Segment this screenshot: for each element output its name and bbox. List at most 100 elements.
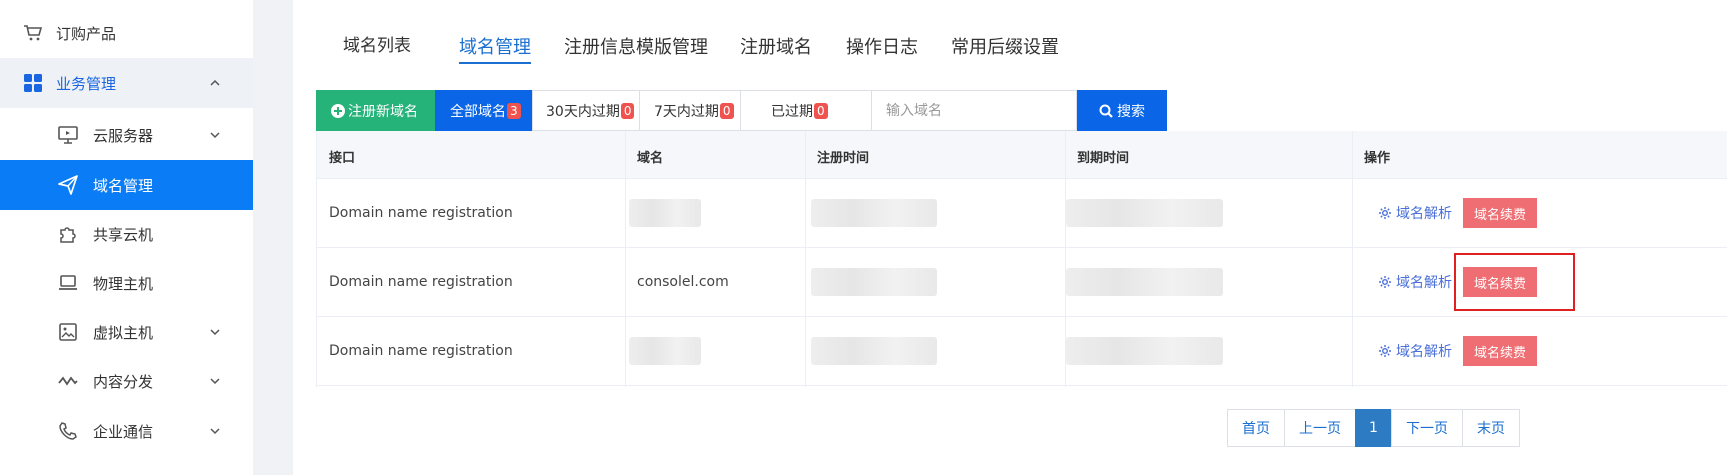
- pagination: 首页 上一页 1 下一页 末页: [1227, 409, 1520, 447]
- column-divider: [805, 131, 806, 387]
- paper-plane-icon: [57, 174, 79, 196]
- domain-search-input[interactable]: [871, 90, 1077, 131]
- register-new-domain-label: 注册新域名: [348, 103, 418, 120]
- count-badge: 0: [620, 102, 635, 119]
- sidebar-item-virtual-host[interactable]: 虚拟主机: [0, 307, 253, 357]
- sidebar-item-label: 业务管理: [56, 74, 117, 93]
- renew-domain-button[interactable]: 域名续费: [1463, 198, 1537, 228]
- sidebar-item-domain-management[interactable]: 域名管理: [0, 160, 253, 210]
- sidebar-item-enterprise-comm[interactable]: 企业通信: [0, 406, 253, 456]
- filter-expire-7-days[interactable]: 7天内过期 0: [639, 90, 741, 131]
- interface-cell: Domain name registration: [329, 343, 513, 359]
- redacted-domain: [629, 337, 701, 365]
- redacted-registered-at: [811, 268, 937, 296]
- column-divider: [1065, 131, 1066, 387]
- grid-icon: [22, 72, 44, 94]
- page-prev-button[interactable]: 上一页: [1284, 409, 1356, 447]
- table-row: Domain name registration 域名解析 域名续费: [316, 317, 1727, 386]
- tab-registrant-templates[interactable]: 注册信息模版管理: [564, 33, 708, 59]
- filter-all-domains[interactable]: 全部域名 3: [435, 90, 532, 131]
- redacted-registered-at: [811, 199, 937, 227]
- sidebar-item-cloud-server[interactable]: 云服务器: [0, 110, 253, 160]
- wave-icon: [57, 370, 79, 392]
- column-header-actions: 操作: [1364, 151, 1391, 166]
- redacted-expires-at: [1066, 199, 1223, 227]
- sidebar-item-label: 物理主机: [93, 274, 154, 293]
- filter-expired[interactable]: 已过期 0: [740, 90, 872, 131]
- dns-resolve-link[interactable]: 域名解析: [1378, 272, 1452, 292]
- chevron-up-icon: [206, 74, 224, 92]
- tab-operation-log[interactable]: 操作日志: [846, 33, 918, 59]
- sidebar-item-order-products[interactable]: 订购产品: [0, 8, 253, 58]
- interface-cell: Domain name registration: [329, 205, 513, 221]
- sidebar-item-label: 云服务器: [93, 126, 154, 145]
- table-header: 接口 域名 注册时间 到期时间 操作: [316, 131, 1727, 179]
- chevron-down-icon: [206, 126, 224, 144]
- redacted-registered-at: [811, 337, 937, 365]
- tab-register-domain[interactable]: 注册域名: [740, 33, 812, 59]
- laptop-icon: [57, 272, 79, 294]
- main-panel: 域名列表 域名管理 注册信息模版管理 注册域名 操作日志 常用后缀设置 注册新域…: [293, 0, 1727, 475]
- gear-icon: [1378, 344, 1392, 358]
- page-first-button[interactable]: 首页: [1227, 409, 1285, 447]
- sidebar-item-business[interactable]: 业务管理: [0, 58, 253, 108]
- domain-cell: consolel.com: [637, 274, 729, 290]
- register-new-domain-button[interactable]: 注册新域名: [316, 90, 435, 131]
- filter-label: 全部域名: [450, 103, 506, 120]
- sidebar-item-physical-host[interactable]: 物理主机: [0, 258, 253, 308]
- filter-label: 7天内过期: [654, 103, 719, 120]
- dns-resolve-label: 域名解析: [1396, 275, 1452, 291]
- chevron-down-icon: [206, 422, 224, 440]
- count-badge: 3: [507, 102, 521, 119]
- column-header-registered-at: 注册时间: [817, 151, 870, 166]
- sidebar-item-label: 域名管理: [93, 176, 154, 195]
- gear-icon: [1378, 206, 1392, 220]
- cart-icon: [22, 22, 44, 44]
- page-last-button[interactable]: 末页: [1462, 409, 1520, 447]
- gear-icon: [1378, 275, 1392, 289]
- sidebar-item-label: 订购产品: [56, 24, 117, 43]
- filter-expire-30-days[interactable]: 30天内过期 0: [532, 90, 640, 131]
- search-button-label: 搜索: [1117, 103, 1145, 120]
- tab-suffix-settings[interactable]: 常用后缀设置: [951, 33, 1059, 59]
- chevron-down-icon: [206, 323, 224, 341]
- renew-domain-button[interactable]: 域名续费: [1463, 336, 1537, 366]
- dns-resolve-label: 域名解析: [1396, 344, 1452, 360]
- phone-icon: [57, 420, 79, 442]
- sidebar-item-label: 共享云机: [93, 225, 154, 244]
- filter-label: 已过期: [771, 103, 813, 120]
- page-title: 域名列表: [343, 36, 411, 56]
- column-divider: [1352, 131, 1353, 387]
- table-row: Domain name registration 域名解析 域名续费: [316, 179, 1727, 248]
- tab-domain-management[interactable]: 域名管理: [459, 33, 531, 64]
- column-header-domain: 域名: [637, 151, 664, 166]
- count-badge: 0: [719, 102, 734, 119]
- search-icon: [1099, 104, 1113, 118]
- sidebar: 订购产品 业务管理 云服务器 域名管理 共享云机 物理主机 虚拟主机 内容分发 …: [0, 0, 253, 475]
- redacted-expires-at: [1066, 268, 1223, 296]
- page-next-button[interactable]: 下一页: [1391, 409, 1463, 447]
- redacted-domain: [629, 199, 701, 227]
- plus-circle-icon: [331, 103, 345, 118]
- sidebar-item-label: 企业通信: [93, 422, 154, 441]
- image-icon: [57, 321, 79, 343]
- dns-resolve-link[interactable]: 域名解析: [1378, 341, 1452, 361]
- column-divider: [316, 131, 317, 387]
- column-header-interface: 接口: [329, 151, 356, 166]
- count-badge: 0: [814, 102, 828, 119]
- column-header-expires-at: 到期时间: [1077, 151, 1130, 166]
- chevron-down-icon: [206, 372, 224, 390]
- dns-resolve-label: 域名解析: [1396, 206, 1452, 222]
- column-divider: [625, 131, 626, 387]
- interface-cell: Domain name registration: [329, 274, 513, 290]
- filter-label: 30天内过期: [546, 103, 620, 120]
- search-button[interactable]: 搜索: [1077, 90, 1167, 131]
- sidebar-item-label: 虚拟主机: [93, 323, 154, 342]
- page-current[interactable]: 1: [1355, 409, 1392, 447]
- sidebar-item-cdn[interactable]: 内容分发: [0, 356, 253, 406]
- redacted-expires-at: [1066, 337, 1223, 365]
- monitor-icon: [57, 124, 79, 146]
- puzzle-icon: [57, 223, 79, 245]
- sidebar-item-shared-cloud[interactable]: 共享云机: [0, 209, 253, 259]
- dns-resolve-link[interactable]: 域名解析: [1378, 203, 1452, 223]
